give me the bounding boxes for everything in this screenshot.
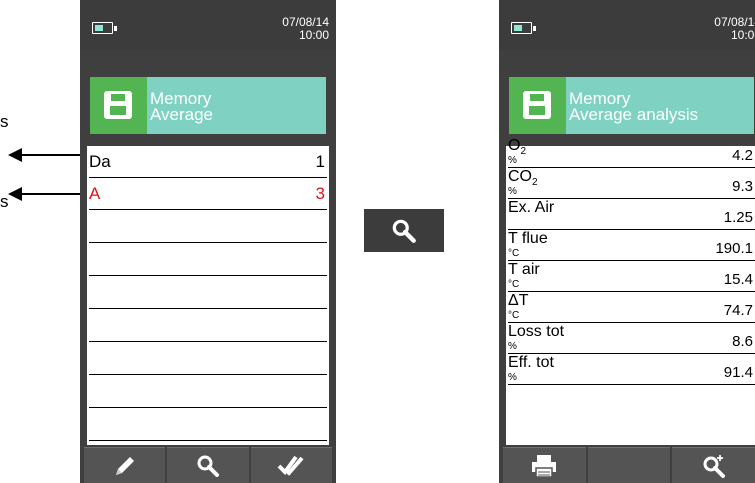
arrow-to-a-row xyxy=(8,187,82,201)
search-icon xyxy=(392,219,416,243)
measurement-label: T air xyxy=(508,261,540,278)
measurement-unit: °C xyxy=(508,248,520,259)
zoom-plus-icon xyxy=(703,454,725,478)
list-row-da[interactable]: Da 1 xyxy=(89,146,327,178)
time: 10:00 xyxy=(730,28,755,42)
measurement-unit: % xyxy=(508,341,517,352)
measurement-row-ex-air: Ex. Air 1.25 xyxy=(508,199,755,230)
measurement-value: 190.1 xyxy=(715,240,753,257)
measurement-unit: °C xyxy=(508,310,520,321)
battery-icon xyxy=(511,22,536,34)
measurement-unit: % xyxy=(508,186,517,197)
measurement-value: 74.7 xyxy=(723,302,753,319)
measurement-label: T flue xyxy=(508,230,548,247)
row-label: Da xyxy=(89,152,111,171)
measurement-unit: % xyxy=(508,372,517,383)
double-check-icon xyxy=(277,455,304,476)
row-label: A xyxy=(89,184,101,203)
date-time: 07/08/14 10:00 xyxy=(714,16,755,42)
search-transition-button[interactable] xyxy=(364,209,444,252)
bottom-toolbar xyxy=(80,447,336,483)
measurement-label: Loss tot xyxy=(508,323,565,340)
measurement-row-eff-tot: Eff. tot % 91.4 xyxy=(508,354,755,385)
arrow-to-da-row xyxy=(8,148,82,162)
status-bar: 07/08/14 10:00 xyxy=(80,0,336,50)
title-line-2: Average analysis xyxy=(569,105,699,124)
list-row-empty[interactable] xyxy=(89,309,327,342)
screen: Memory Average Da 1 A 3 xyxy=(87,71,329,445)
list-row-empty[interactable] xyxy=(89,276,327,309)
battery-icon xyxy=(92,22,117,34)
measurement-value: 9.3 xyxy=(732,178,753,195)
analysis-list: O2 % 4.2 CO2 % 9.3 Ex. Air 1.25 T flue °… xyxy=(506,137,755,445)
floppy-disk-icon xyxy=(523,91,551,119)
pencil-icon xyxy=(115,456,134,475)
row-value: 1 xyxy=(315,152,325,171)
list-row-empty[interactable] xyxy=(89,243,327,276)
page-title: Memory Average analysis xyxy=(569,90,699,124)
search-icon xyxy=(197,455,219,477)
page-title: Memory Average xyxy=(150,90,214,124)
bottom-toolbar xyxy=(499,447,755,483)
list-row-empty[interactable] xyxy=(89,342,327,375)
zoom-button[interactable] xyxy=(672,447,755,483)
memory-tile xyxy=(509,77,566,134)
status-bar: 07/08/14 10:00 xyxy=(499,0,755,50)
floppy-disk-icon xyxy=(104,91,132,119)
title-line-2: Average xyxy=(150,105,214,124)
time: 10:00 xyxy=(298,28,329,42)
list-row-empty[interactable] xyxy=(89,408,327,441)
header-bar: Memory Average analysis xyxy=(506,71,755,146)
row-value: 3 xyxy=(315,184,325,203)
screen: Memory Average analysis O2 % 4.2 CO2 % 9… xyxy=(506,71,755,445)
measurement-value: 4.2 xyxy=(732,147,753,164)
measurement-value: 8.6 xyxy=(732,333,753,350)
date-time: 07/08/14 10:00 xyxy=(282,16,329,42)
measurement-label: ΔT xyxy=(508,292,529,309)
list-row-a[interactable]: A 3 xyxy=(89,178,327,210)
list-row-empty[interactable] xyxy=(89,210,327,243)
measurement-unit: °C xyxy=(508,279,520,290)
header-title-box: Memory Average analysis xyxy=(509,77,754,134)
left-device: 07/08/14 10:00 Memory Average Da 1 A 3 xyxy=(80,0,336,483)
measurement-unit: % xyxy=(508,155,517,166)
list-row-empty[interactable] xyxy=(89,375,327,408)
edge-label-1: s xyxy=(0,112,9,131)
measurement-value: 15.4 xyxy=(723,271,753,288)
measurement-label: Ex. Air xyxy=(508,199,555,216)
measurement-value: 1.25 xyxy=(723,209,753,226)
memory-tile xyxy=(90,77,147,134)
measurement-row-loss-tot: Loss tot % 8.6 xyxy=(508,323,755,354)
measurement-row-o2: O2 % 4.2 xyxy=(508,137,755,168)
edit-button[interactable] xyxy=(84,447,166,483)
printer-icon xyxy=(532,454,557,478)
confirm-button[interactable] xyxy=(250,447,332,483)
empty-toolbar-button[interactable] xyxy=(587,447,671,483)
header-title-box: Memory Average xyxy=(90,77,326,134)
measurement-label: Eff. tot xyxy=(508,354,554,371)
measurement-row-t-flue: T flue °C 190.1 xyxy=(508,230,755,261)
average-list: Da 1 A 3 xyxy=(87,146,329,445)
measurement-value: 91.4 xyxy=(723,364,753,381)
measurement-row-co2: CO2 % 9.3 xyxy=(508,168,755,199)
right-device: 07/08/14 10:00 Memory Average analysis O… xyxy=(499,0,755,483)
search-button[interactable] xyxy=(167,447,249,483)
header-bar: Memory Average xyxy=(87,71,329,146)
measurement-row-t-air: T air °C 15.4 xyxy=(508,261,755,292)
measurement-row-delta-t: ΔT °C 74.7 xyxy=(508,292,755,323)
print-button[interactable] xyxy=(503,447,586,483)
